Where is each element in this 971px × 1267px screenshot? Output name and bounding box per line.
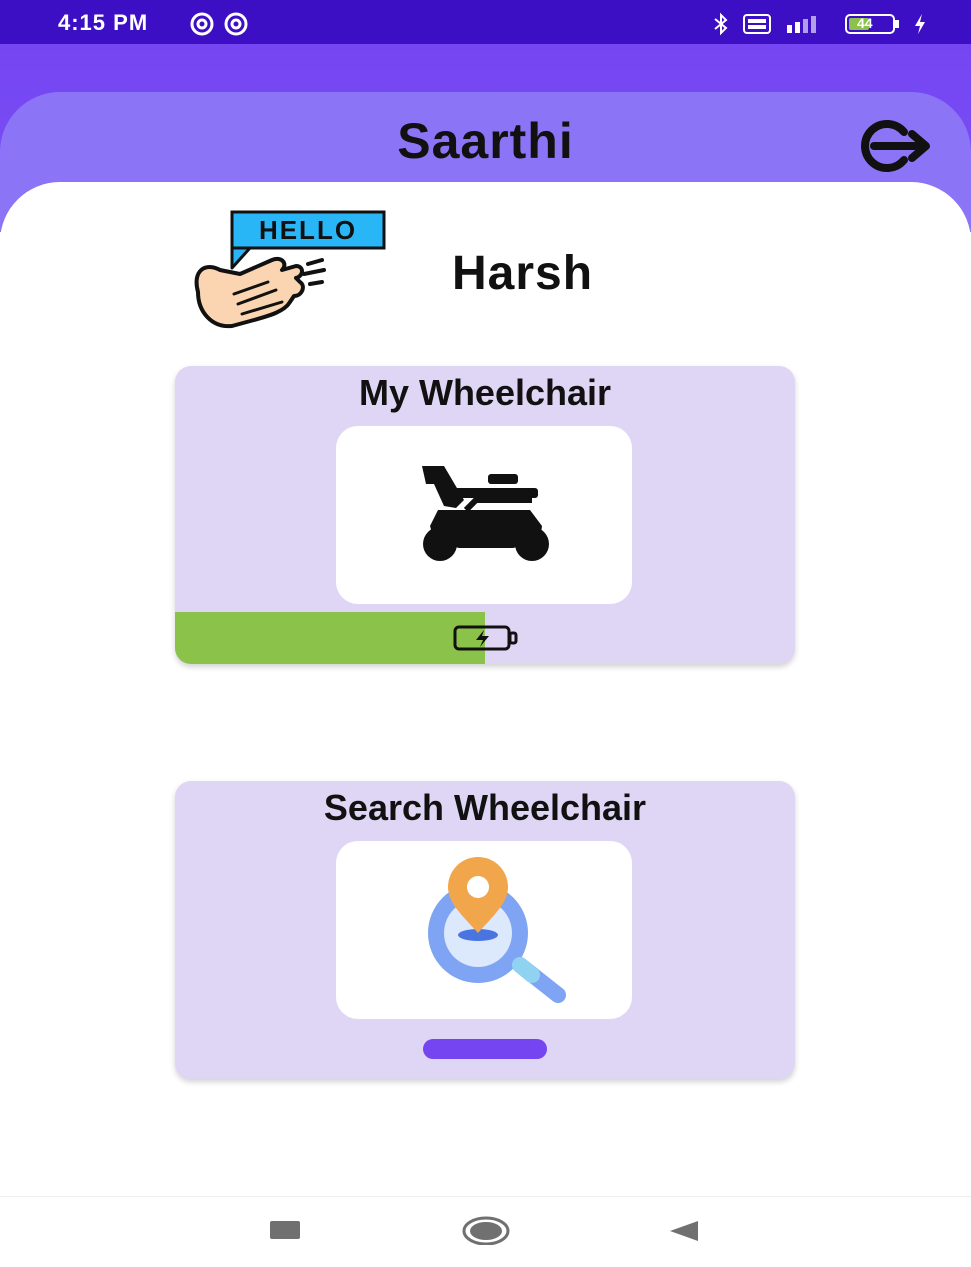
logout-icon xyxy=(861,120,930,172)
bluetooth-icon xyxy=(714,12,728,36)
notification-app-icon xyxy=(190,12,214,36)
notification-icons xyxy=(190,12,248,36)
battery-charging-icon xyxy=(453,625,518,651)
hello-text: HELLO xyxy=(259,215,357,245)
signal-icon xyxy=(787,16,816,33)
charging-icon xyxy=(915,14,925,34)
back-triangle-icon xyxy=(670,1221,698,1241)
location-search-icon xyxy=(428,857,566,1003)
recents-square-icon xyxy=(270,1221,300,1239)
home-circle-icon xyxy=(462,1216,510,1246)
wheelchair-image-box xyxy=(336,426,632,604)
user-name: Harsh xyxy=(452,247,594,300)
wheelchair-icon xyxy=(422,466,549,561)
status-bar: 4:15 PM 44 xyxy=(0,0,971,44)
status-time: 4:15 PM xyxy=(58,10,149,35)
notification-app-icon xyxy=(224,12,248,36)
recents-button[interactable] xyxy=(269,1213,301,1250)
logout-button[interactable] xyxy=(846,118,936,174)
search-action-pill[interactable] xyxy=(423,1039,547,1059)
search-wheelchair-card[interactable]: Search Wheelchair xyxy=(175,781,795,1079)
battery-status-icon: 44 xyxy=(845,13,901,35)
my-wheelchair-card[interactable]: My Wheelchair xyxy=(175,366,795,664)
app-title: Saarthi xyxy=(397,113,574,169)
search-wheelchair-title: Search Wheelchair xyxy=(323,787,647,828)
search-image-box xyxy=(336,841,632,1019)
my-wheelchair-title: My Wheelchair xyxy=(358,372,612,413)
system-icons: 44 xyxy=(711,12,927,36)
battery-level-bar xyxy=(175,612,795,664)
battery-level-fill xyxy=(175,612,485,664)
back-button[interactable] xyxy=(668,1213,700,1250)
battery-percent: 44 xyxy=(857,15,873,31)
system-nav-bar xyxy=(0,1196,971,1267)
volte-icon xyxy=(743,14,771,34)
home-button[interactable] xyxy=(462,1213,510,1250)
hello-wave-graphic: HELLO xyxy=(184,208,394,336)
